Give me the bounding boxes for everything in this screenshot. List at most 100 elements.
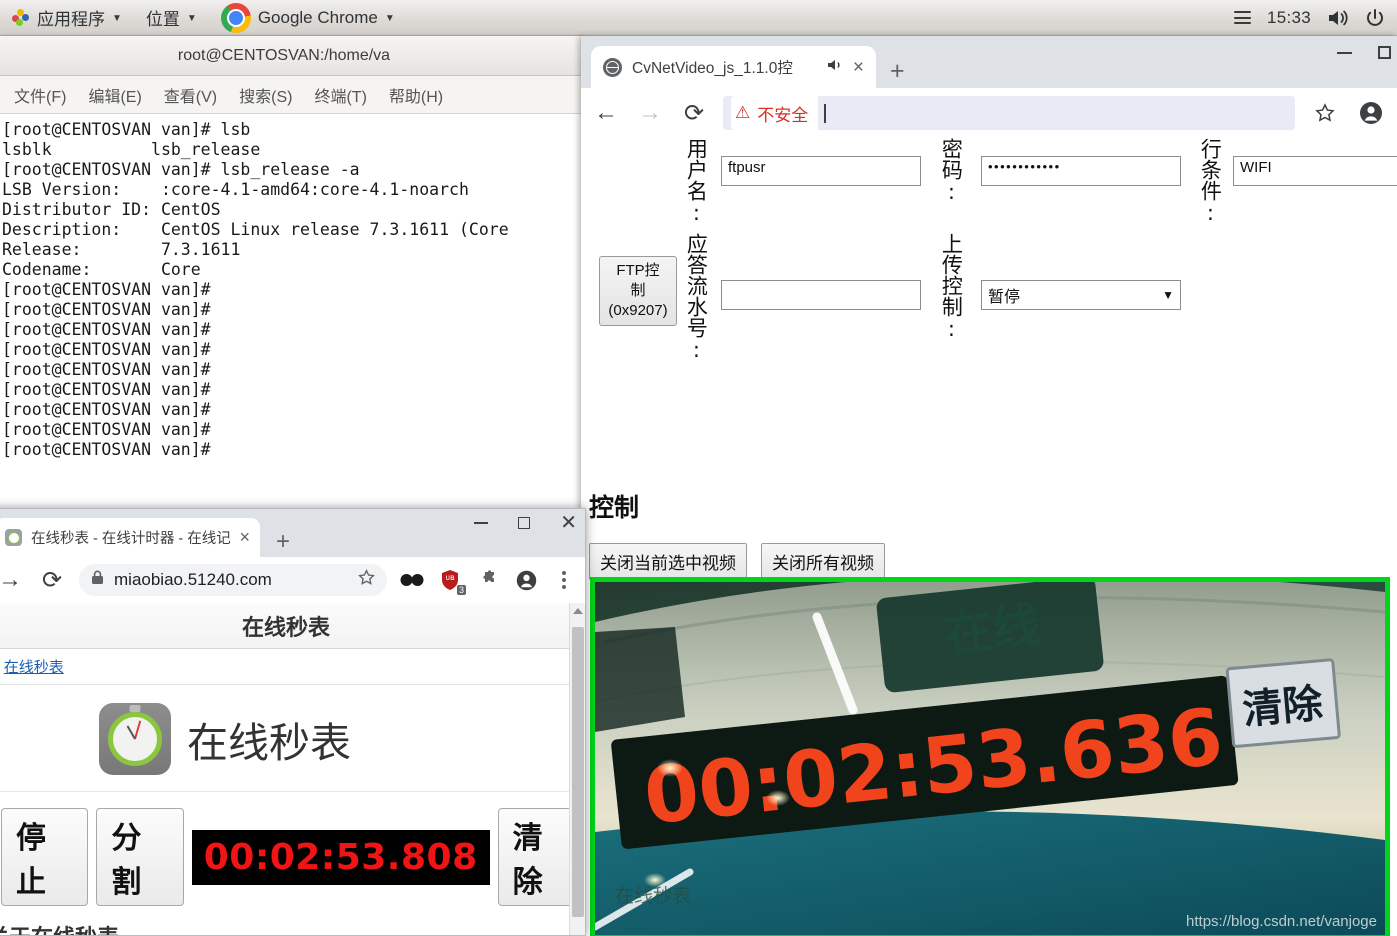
places-menu[interactable]: 位置 ▼ — [134, 0, 209, 36]
ftp-button-line3: (0x9207) — [608, 302, 668, 319]
address-bar[interactable]: ⚠ 不安全 — [723, 96, 1295, 130]
speaker-icon[interactable] — [1327, 9, 1349, 27]
tab-cvnetvideo[interactable]: CvNetVideo_js_1.1.0控 × — [591, 46, 876, 88]
maximize-icon[interactable] — [1378, 46, 1391, 59]
ublock-shield-icon[interactable]: ᴜʙ 3 — [437, 567, 466, 595]
ftp-control-button[interactable]: FTP控 制 (0x9207) — [599, 256, 677, 326]
extension-glasses-icon[interactable] — [399, 567, 425, 593]
svg-text:在线秒表: 在线秒表 — [615, 885, 691, 907]
terminal-titlebar[interactable]: root@CENTOSVAN:/home/va — [0, 36, 582, 76]
stopwatch-controls: 停止 分割 00:02:53.808 清除 — [0, 792, 585, 906]
scrollbar-thumb[interactable] — [572, 627, 584, 917]
url-text: miaobiao.51240.com — [114, 570, 272, 589]
security-indicator[interactable]: ⚠ 不安全 — [731, 96, 819, 130]
chrome-window-stopwatch[interactable]: 在线秒表 - 在线计时器 - 在线记. × + ✕ → ⟳ miaobiao.5… — [0, 508, 586, 936]
condition-input[interactable]: WIFI — [1233, 156, 1397, 186]
terminal-window[interactable]: root@CENTOSVAN:/home/va 文件(F) 编辑(E) 查看(V… — [0, 36, 583, 516]
places-menu-label: 位置 — [145, 10, 180, 29]
profile-avatar-icon[interactable] — [1355, 97, 1387, 129]
panel-left-group: 应用程序 ▼ 位置 ▼ Google Chrome ▼ — [0, 0, 407, 36]
breadcrumb: > 在线秒表 — [0, 649, 585, 685]
breadcrumb-current-link[interactable]: 在线秒表 — [4, 656, 64, 677]
forward-arrow-icon[interactable]: → — [0, 565, 25, 595]
stopwatch-page: 在线秒表 > 在线秒表 在线秒表 停止 分割 00:02:53.808 清除 关… — [0, 603, 585, 935]
puzzle-extension-icon[interactable] — [475, 567, 501, 593]
tab-stopwatch[interactable]: 在线秒表 - 在线计时器 - 在线记. × — [0, 518, 260, 557]
site-header: 在线秒表 — [0, 603, 585, 649]
terminal-output[interactable]: [root@CENTOSVAN van]# lsb lsblk lsb_rele… — [0, 114, 582, 515]
panel-clock[interactable]: 15:33 — [1267, 8, 1311, 28]
chrome1-tabstrip: CvNetVideo_js_1.1.0控 × + — [581, 36, 1397, 88]
page-title-row: 在线秒表 — [0, 685, 585, 792]
video-frame-image: 在线 00:02:53.636 清除 在线秒表 — [595, 582, 1385, 935]
chrome-logo-icon — [220, 2, 251, 33]
password-input[interactable]: •••••••••••• — [981, 156, 1181, 186]
new-tab-button[interactable]: + — [276, 530, 290, 554]
close-icon[interactable]: ✕ — [560, 513, 577, 533]
back-arrow-icon[interactable]: ← — [591, 98, 621, 128]
terminal-menu-search[interactable]: 搜索(S) — [239, 83, 292, 107]
minimize-icon[interactable] — [1337, 51, 1352, 54]
chrome-window-menu[interactable]: Google Chrome ▼ — [209, 0, 407, 36]
lock-icon — [91, 570, 104, 590]
terminal-menu-help[interactable]: 帮助(H) — [389, 83, 443, 107]
security-label: 不安全 — [757, 105, 809, 125]
close-all-videos-button[interactable]: 关闭所有视频 — [761, 543, 885, 580]
page-title: 在线秒表 — [187, 720, 351, 766]
star-icon[interactable] — [1309, 97, 1341, 129]
stop-button[interactable]: 停止 — [1, 808, 89, 906]
stopwatch-icon — [99, 703, 171, 775]
chrome1-window-controls — [1337, 46, 1391, 59]
applications-icon — [12, 8, 30, 27]
scroll-up-arrow-icon[interactable] — [573, 608, 583, 614]
reload-icon[interactable]: ⟳ — [679, 98, 709, 128]
minimize-icon[interactable] — [474, 522, 489, 524]
terminal-menu-file[interactable]: 文件(F) — [14, 83, 66, 107]
video-still-svg: 在线 00:02:53.636 清除 在线秒表 — [595, 582, 1385, 935]
forward-arrow-icon[interactable]: → — [635, 98, 665, 128]
control-heading: 控制 — [589, 494, 640, 522]
terminal-menu-terminal[interactable]: 终端(T) — [314, 83, 366, 107]
new-tab-button[interactable]: + — [890, 59, 905, 84]
split-button[interactable]: 分割 — [96, 808, 184, 906]
gnome-top-panel: 应用程序 ▼ 位置 ▼ Google Chrome ▼ 15:33 — [0, 0, 1397, 36]
upload-control-select[interactable]: 暂停 ▼ — [981, 280, 1181, 310]
page-scrollbar[interactable] — [569, 603, 585, 935]
chrome2-tabstrip: 在线秒表 - 在线计时器 - 在线记. × + ✕ — [0, 509, 585, 557]
page-watermark: https://blog.csdn.net/vanjoge — [1186, 913, 1377, 930]
tab-title: CvNetVideo_js_1.1.0控 — [632, 60, 793, 77]
tab-close-icon[interactable]: × — [239, 527, 250, 548]
applications-menu[interactable]: 应用程序 ▼ — [0, 0, 134, 36]
applications-menu-label: 应用程序 — [37, 10, 105, 29]
terminal-title-text: root@CENTOSVAN:/home/va — [177, 46, 391, 64]
ftp-button-line2: 制 — [630, 282, 646, 299]
terminal-menu-view[interactable]: 查看(V) — [164, 83, 217, 107]
reload-icon[interactable]: ⟳ — [37, 565, 67, 595]
password-label: 密码: — [939, 138, 964, 204]
ftp-button-line1: FTP控 — [616, 262, 660, 279]
profile-avatar-icon[interactable] — [513, 567, 539, 593]
username-input[interactable]: ftpusr — [721, 156, 921, 186]
star-icon[interactable] — [358, 569, 375, 591]
chevron-down-icon: ▼ — [112, 13, 122, 24]
tab-close-icon[interactable]: × — [853, 58, 864, 77]
address-bar[interactable]: miaobiao.51240.com — [79, 564, 387, 596]
terminal-menu-edit[interactable]: 编辑(E) — [88, 83, 141, 107]
video-player[interactable]: 在线 00:02:53.636 清除 在线秒表 https://blog.csd… — [590, 577, 1390, 936]
globe-favicon-icon — [603, 57, 622, 77]
site-header-title: 在线秒表 — [241, 614, 330, 640]
chrome-menu-label: Google Chrome — [257, 7, 378, 27]
power-icon[interactable] — [1365, 8, 1385, 28]
hamburger-icon[interactable] — [1233, 11, 1251, 24]
three-dot-menu-icon[interactable] — [551, 567, 577, 593]
video-control-buttons: 关闭当前选中视频 关闭所有视频 — [589, 543, 885, 580]
serial-input[interactable] — [721, 280, 921, 310]
tab-title: 在线秒表 - 在线计时器 - 在线记. — [31, 531, 231, 547]
tab-audio-icon[interactable] — [827, 58, 843, 77]
close-selected-video-button[interactable]: 关闭当前选中视频 — [589, 543, 747, 580]
chrome-window-cvnetvideo[interactable]: CvNetVideo_js_1.1.0控 × + ← → ⟳ ⚠ 不安全 用户名… — [581, 36, 1397, 936]
svg-text:清除: 清除 — [1241, 681, 1326, 734]
maximize-icon[interactable] — [518, 517, 531, 529]
chrome2-window-controls: ✕ — [474, 513, 577, 533]
about-heading: 关于在线秒表 — [0, 906, 585, 935]
